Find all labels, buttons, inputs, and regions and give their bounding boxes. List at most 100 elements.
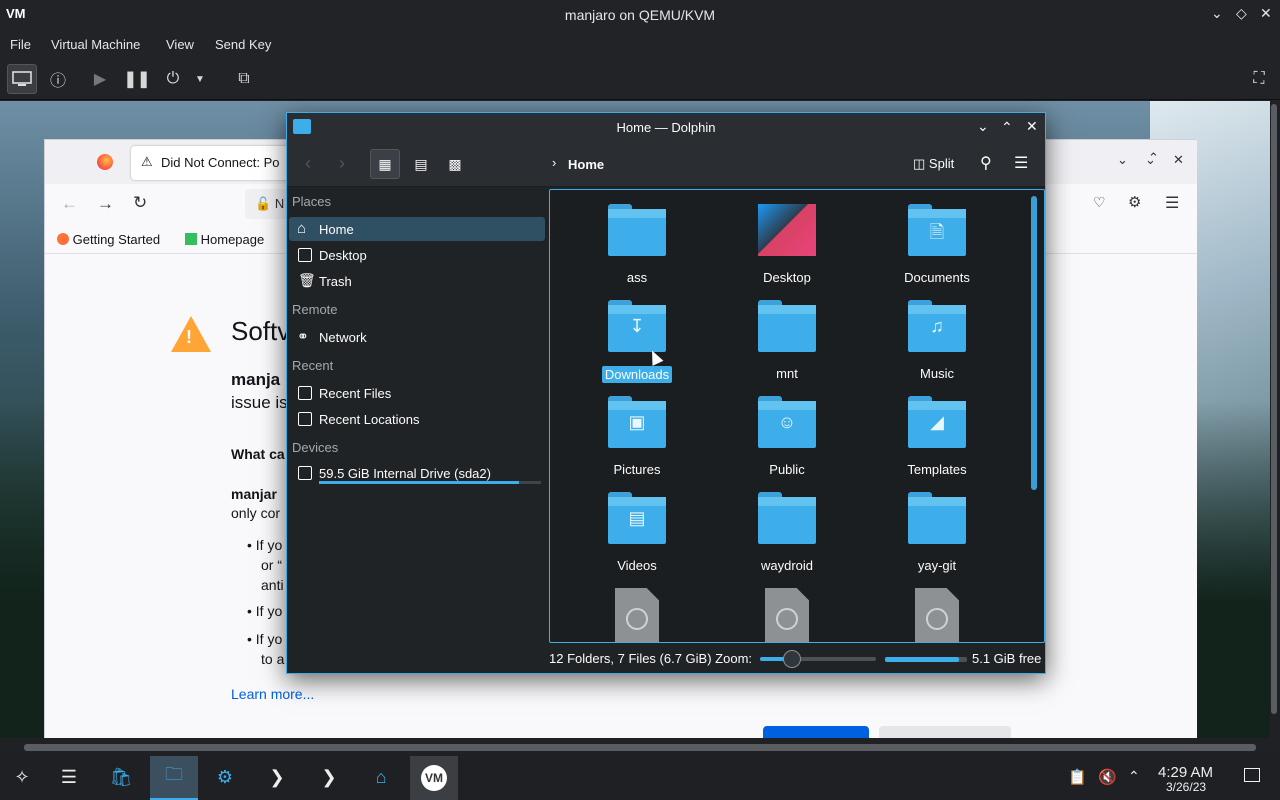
search-icon[interactable]: ⚲: [980, 153, 992, 173]
firefox-small-icon: [57, 233, 69, 245]
menu-view[interactable]: View: [166, 37, 194, 52]
file-item[interactable]: ▤ Videos: [582, 492, 692, 573]
clock-time[interactable]: 4:29 AM: [1158, 764, 1213, 781]
dolphin-task[interactable]: 🗀: [150, 756, 198, 800]
dolphin-close-icon[interactable]: ✕: [1026, 118, 1038, 135]
zoom-slider-handle[interactable]: [783, 650, 802, 668]
dolphin-window: Home — Dolphin ⌄ ⌃ ✕ ‹ › ▦ ▤ ▩ › Home ◫ …: [286, 112, 1046, 674]
vm-horizontal-scrollbar[interactable]: [24, 744, 1256, 751]
file-item[interactable]: ass: [582, 204, 692, 285]
forward-icon[interactable]: →: [97, 194, 114, 214]
file-item[interactable]: Desktop: [732, 204, 842, 285]
terminal-task-2[interactable]: ❯: [312, 760, 346, 794]
nav-back-icon[interactable]: ‹: [305, 153, 311, 174]
shutdown-menu-button[interactable]: ▼: [190, 64, 210, 94]
dolphin-minimize-icon[interactable]: ⌄: [977, 118, 989, 135]
file-item[interactable]: ◢ Templates: [882, 396, 992, 477]
reload-icon[interactable]: ↻: [133, 193, 147, 213]
console-view-button[interactable]: [7, 64, 37, 94]
show-desktop-icon[interactable]: [1244, 768, 1260, 782]
details-view-button[interactable]: ⓘ: [43, 64, 73, 94]
snapshots-button[interactable]: ⧉: [229, 64, 259, 94]
terminal-task-1[interactable]: ❯: [260, 760, 294, 794]
extensions-icon[interactable]: ⚙: [1128, 193, 1141, 211]
file-item[interactable]: mnt: [732, 300, 842, 381]
maximize-icon[interactable]: ◇: [1236, 5, 1247, 22]
nav-forward-icon[interactable]: ›: [339, 153, 345, 174]
system-settings-task[interactable]: ☰: [52, 760, 86, 794]
hamburger-menu-icon[interactable]: ☰: [1014, 153, 1028, 173]
bookmark-getting-started[interactable]: Getting Started: [57, 232, 160, 247]
menu-virtual-machine[interactable]: Virtual Machine: [51, 37, 140, 52]
terminal-icon-2: ❯: [321, 766, 337, 787]
run-button[interactable]: ▶: [85, 64, 115, 94]
place-desktop[interactable]: Desktop: [289, 243, 545, 267]
clock-date[interactable]: 3/26/23: [1166, 780, 1206, 794]
advanced-button[interactable]: [879, 726, 1011, 738]
file-item[interactable]: ♫ Music: [882, 300, 992, 381]
place-internal-drive[interactable]: 59.5 GiB Internal Drive (sda2): [289, 461, 545, 485]
file-item-disc-image[interactable]: [582, 588, 692, 642]
dolphin-maximize-icon[interactable]: ⌃: [1001, 119, 1013, 136]
place-network[interactable]: ⚭ Network: [289, 325, 545, 349]
learn-more-link[interactable]: Learn more...: [231, 686, 314, 702]
back-icon[interactable]: ←: [61, 194, 78, 214]
bullet-1c: anti: [261, 577, 284, 593]
virt-manager-task[interactable]: VM: [410, 756, 458, 800]
close-icon[interactable]: ✕: [1260, 5, 1272, 22]
details-view-button[interactable]: ▩: [440, 149, 470, 179]
file-item-label: ass: [626, 270, 648, 285]
menu-send-key[interactable]: Send Key: [215, 37, 271, 52]
scrollbar[interactable]: [1031, 196, 1037, 490]
tab-title: Did Not Connect: Po: [161, 155, 280, 170]
fullscreen-button[interactable]: ⛶: [1244, 64, 1274, 94]
file-item-disc-image[interactable]: [732, 588, 842, 642]
terminal-icon: ❯: [269, 766, 285, 787]
desktop-folder-icon: [758, 204, 816, 256]
ff-up-chevron-icon[interactable]: ⌃: [1148, 150, 1159, 166]
place-home[interactable]: ⌂ Home: [289, 217, 545, 241]
file-item[interactable]: yay-git: [882, 492, 992, 573]
list-tabs-icon[interactable]: ⌄: [1117, 152, 1128, 168]
free-space-label: 5.1 GiB free: [972, 651, 1042, 666]
file-item[interactable]: ▣ Pictures: [582, 396, 692, 477]
browser-task[interactable]: ⚙: [208, 760, 242, 794]
file-item-label: Music: [920, 366, 954, 381]
split-button[interactable]: ◫ Split: [913, 156, 954, 172]
clipboard-icon[interactable]: 📋: [1068, 768, 1087, 786]
compact-view-button[interactable]: ▤: [406, 149, 436, 179]
minimize-icon[interactable]: ⌄: [1211, 5, 1223, 22]
pocket-icon[interactable]: ♡: [1093, 194, 1106, 211]
try-again-button[interactable]: [763, 726, 869, 738]
breadcrumb-home[interactable]: Home: [568, 157, 604, 172]
info-icon: ⓘ: [49, 73, 66, 90]
discover-task[interactable]: 🛍: [104, 760, 138, 794]
hamburger-menu-icon[interactable]: ☰: [1165, 193, 1179, 213]
menu-file[interactable]: File: [10, 37, 31, 52]
pause-button[interactable]: ❚❚: [122, 64, 152, 94]
file-item[interactable]: waydroid: [732, 492, 842, 573]
file-item[interactable]: 🗎 Documents: [882, 204, 992, 285]
vmm-menubar: File Virtual Machine View Send Key: [0, 30, 1280, 58]
file-manager-home-task[interactable]: ⌂: [364, 760, 398, 794]
volume-muted-icon[interactable]: 🔇: [1098, 768, 1117, 786]
place-trash[interactable]: 🗑 Trash: [289, 269, 545, 293]
drive-usage-bar: [319, 481, 541, 484]
place-recent-locations[interactable]: Recent Locations: [289, 407, 545, 431]
firefox-tab-did-not-connect[interactable]: ⚠ Did Not Connect: Po: [131, 146, 291, 180]
ff-close-icon[interactable]: ✕: [1173, 152, 1184, 168]
file-item[interactable]: ↧ Downloads: [582, 300, 692, 383]
shutdown-button[interactable]: ⏻: [158, 64, 188, 94]
trash-icon: 🗑: [298, 272, 316, 288]
file-item-disc-image[interactable]: [882, 588, 992, 642]
status-text: 12 Folders, 7 Files (6.7 GiB) Zoom:: [549, 651, 753, 666]
place-recent-files[interactable]: Recent Files: [289, 381, 545, 405]
zoom-slider[interactable]: [760, 650, 876, 668]
file-item[interactable]: ☺ Public: [732, 396, 842, 477]
bookmark-homepage[interactable]: Homepage: [185, 232, 264, 247]
vm-vertical-scrollbar[interactable]: [1271, 104, 1277, 714]
bullet-3: • If yo: [247, 631, 283, 647]
tray-expand-icon[interactable]: ⌃: [1128, 768, 1140, 785]
app-launcher-button[interactable]: ✧: [5, 760, 39, 794]
icons-view-button[interactable]: ▦: [370, 149, 400, 179]
